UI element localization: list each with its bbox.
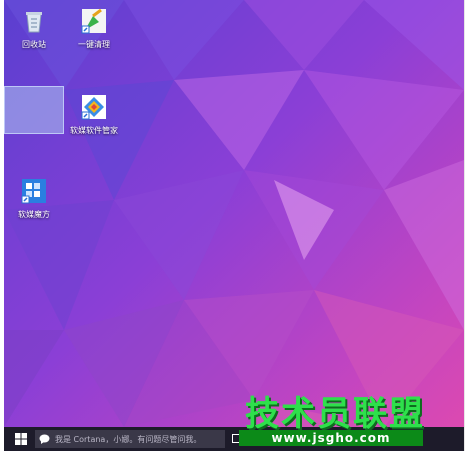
recycle-bin-icon	[26, 12, 42, 33]
windows-logo-icon	[15, 433, 27, 445]
watermark-url: www.jsgho.com	[239, 430, 423, 446]
cortana-chat-icon	[39, 434, 50, 444]
cortana-search-box[interactable]: 我是 Cortana，小娜。有问题尽管问我。	[35, 430, 225, 448]
desktop-icon-rubik-cube[interactable]: 软媒魔方	[4, 176, 64, 220]
desktop-icon-label: 一键清理	[78, 40, 110, 49]
selection-highlight	[4, 86, 64, 134]
start-button[interactable]	[8, 427, 34, 451]
desktop-icon-label: 软媒魔方	[18, 210, 50, 219]
rubik-cube-icon	[21, 179, 46, 204]
desktop-icon-label: 回收站	[22, 40, 46, 49]
search-placeholder: 我是 Cortana，小娜。有问题尽管问我。	[55, 435, 202, 444]
site-watermark: 技术员联盟 www.jsgho.com	[239, 386, 423, 448]
desktop-icon-recycle-bin[interactable]: 回收站	[4, 6, 64, 50]
desktop-icon-cleanup[interactable]: 一键清理	[64, 6, 124, 50]
desktop-icon-software-manager[interactable]: 软媒软件管家	[64, 92, 124, 136]
desktop-icon-label: 软媒软件管家	[70, 126, 118, 135]
software-manager-icon	[81, 95, 106, 120]
broom-cleanup-icon	[81, 8, 106, 34]
desktop: 回收站 一键清理 软媒软件管家 软媒魔方 我是 Cortana，小娜。有问题尽管…	[4, 0, 465, 451]
wallpaper	[4, 0, 464, 451]
watermark-title: 技术员联盟	[245, 394, 425, 434]
